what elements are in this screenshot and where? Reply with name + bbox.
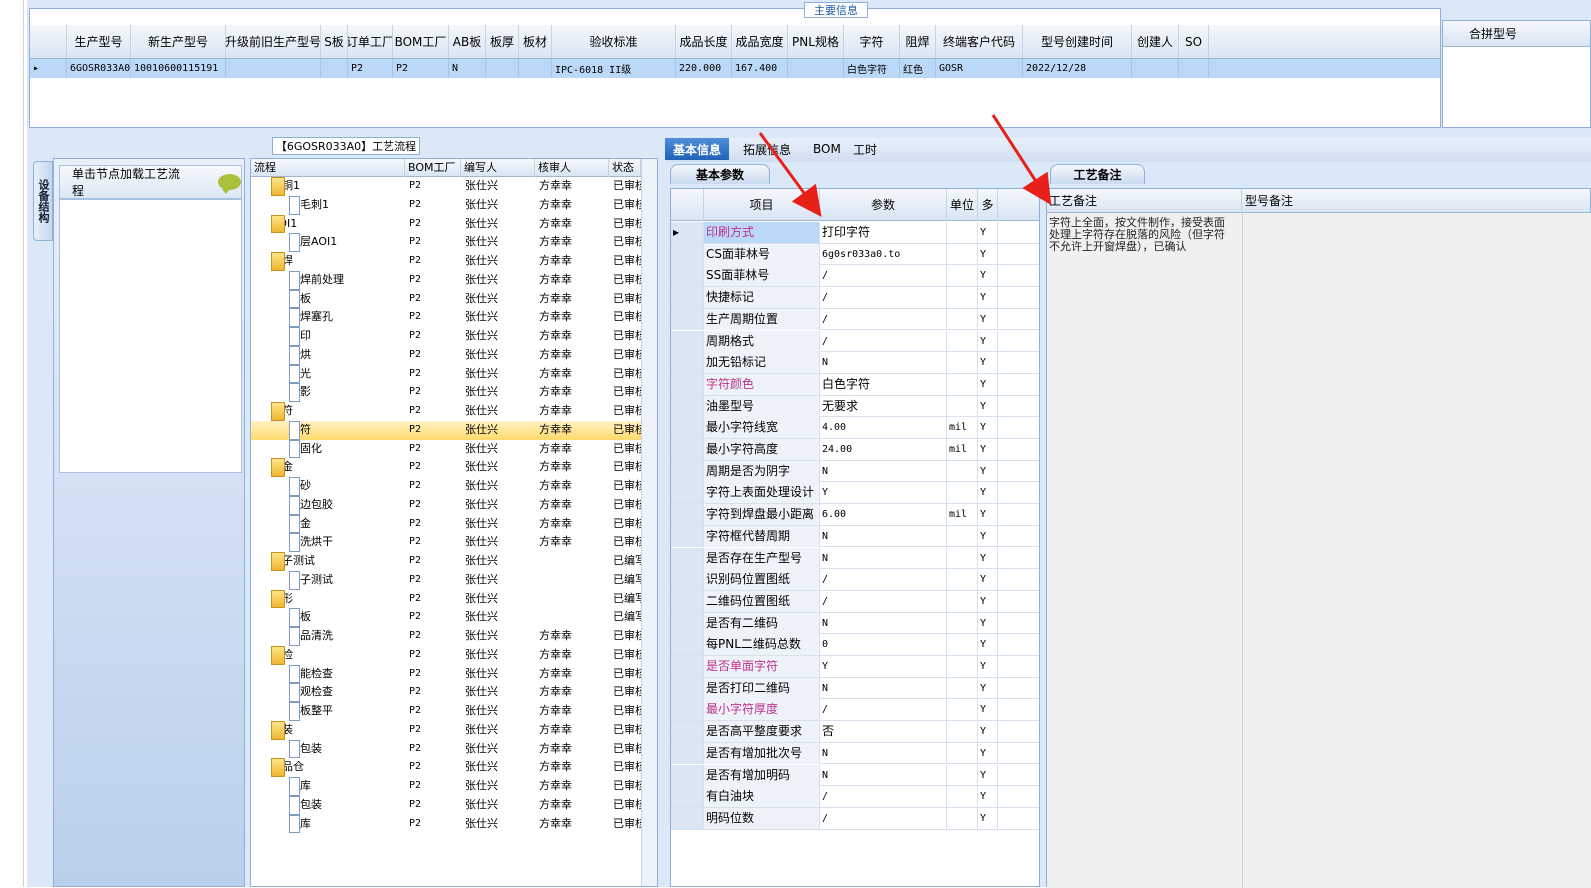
- arrow-to-print-method: [758, 132, 822, 217]
- annotation-arrows: [758, 114, 1052, 217]
- arrow-to-process-note: [991, 114, 1052, 206]
